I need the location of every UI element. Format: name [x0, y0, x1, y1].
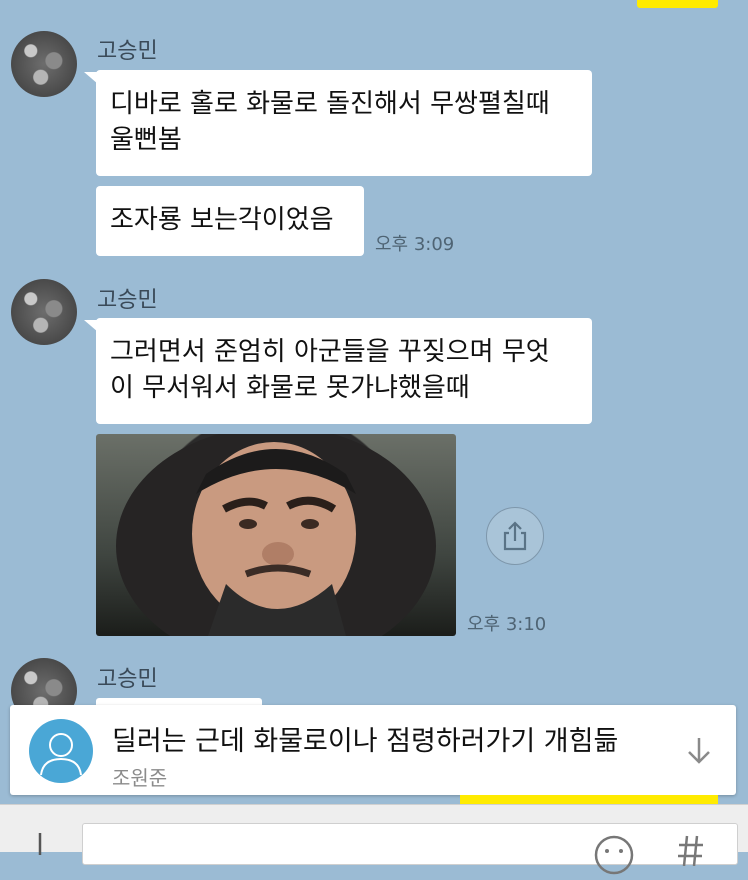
my-message-bubble-partial [460, 795, 718, 804]
photo-icon [116, 434, 436, 636]
message-timestamp: 오후 3:09 [375, 234, 455, 255]
preview-message-text: 딜러는 근데 화물로이나 점령하러가기 개힘듦 [112, 726, 619, 757]
photo-message[interactable] [96, 434, 456, 636]
arrow-down-icon[interactable] [684, 735, 714, 771]
sender-name: 고승민 [97, 39, 158, 64]
message-bubble[interactable]: 그러면서 준엄히 아군들을 꾸짖으며 무엇 이 무서워서 화물로 못가냐했을때 [96, 318, 592, 424]
avatar[interactable] [11, 279, 77, 345]
sender-name: 고승민 [97, 288, 158, 313]
message-bubble[interactable]: 조자룡 보는각이었음 [96, 186, 364, 256]
plus-icon[interactable] [28, 831, 52, 859]
avatar[interactable] [11, 31, 77, 97]
emoji-icon[interactable] [593, 834, 635, 880]
default-profile-icon [29, 719, 93, 783]
share-button[interactable] [486, 507, 544, 565]
sender-name: 고승민 [97, 667, 158, 692]
message-timestamp: 오후 3:10 [467, 614, 547, 635]
hash-icon[interactable] [677, 834, 705, 870]
share-icon [503, 521, 527, 551]
message-input[interactable] [82, 823, 738, 875]
latest-message-preview[interactable]: 딜러는 근데 화물로이나 점령하러가기 개힘듦 조원준 [10, 705, 736, 795]
message-bubble[interactable]: 디바로 홀로 화물로 돌진해서 무쌍펼칠때 울뻔봄 [96, 70, 592, 176]
my-message-bubble-partial [637, 0, 718, 8]
preview-sender-name: 조원준 [112, 766, 168, 790]
input-bar [0, 804, 748, 875]
